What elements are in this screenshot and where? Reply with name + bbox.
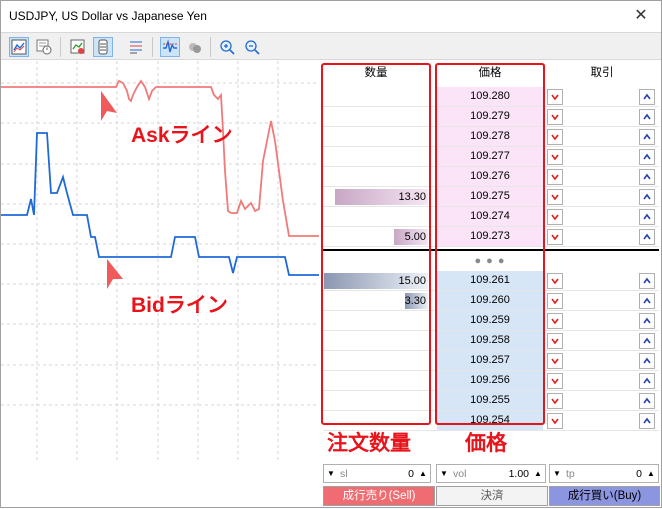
- sl-input[interactable]: 0: [408, 468, 414, 480]
- buy-limit-icon[interactable]: [639, 129, 655, 145]
- sell-limit-icon[interactable]: [547, 333, 563, 349]
- vol-input[interactable]: 1.00: [509, 468, 529, 480]
- sell-limit-icon[interactable]: [547, 109, 563, 125]
- quantity-annotation: 注文数量: [327, 432, 411, 455]
- sell-limit-icon[interactable]: [547, 413, 563, 429]
- sell-limit-icon[interactable]: [547, 129, 563, 145]
- sl-decrease-icon[interactable]: ▼: [324, 469, 338, 478]
- bubble-chart-icon[interactable]: [68, 37, 88, 57]
- order-panel: ▼ sl 0 ▲ ▼ vol 1.00 ▲ ▼ tp 0 ▲ 成行売り(Sell) 決…: [319, 461, 661, 509]
- sell-limit-icon[interactable]: [547, 293, 563, 309]
- sell-limit-icon[interactable]: [547, 373, 563, 389]
- buy-limit-icon[interactable]: [639, 149, 655, 165]
- sell-limit-icon[interactable]: [547, 353, 563, 369]
- buy-limit-icon[interactable]: [639, 209, 655, 225]
- sell-button[interactable]: 成行売り(Sell): [323, 486, 435, 506]
- ask-quantity-value: 13.30: [398, 191, 426, 203]
- tick-chart: Askライン Bidライン: [1, 61, 319, 461]
- buy-limit-icon[interactable]: [639, 353, 655, 369]
- title-bar: USDJPY, US Dollar vs Japanese Yen ✕: [1, 1, 661, 32]
- ask-quantity-value: 5.00: [404, 231, 426, 243]
- buy-limit-icon[interactable]: [639, 313, 655, 329]
- vol-stepper[interactable]: ▼ vol 1.00 ▲: [436, 464, 546, 483]
- ask-line-annotation: Askライン: [131, 124, 233, 147]
- buy-limit-icon[interactable]: [639, 293, 655, 309]
- depth-of-market: 数量 価格 取引 109.280 109.279 109.278 109.277 109…: [319, 61, 661, 461]
- sell-limit-icon[interactable]: [547, 229, 563, 245]
- sell-limit-icon[interactable]: [547, 273, 563, 289]
- tp-input[interactable]: 0: [636, 468, 642, 480]
- buy-limit-icon[interactable]: [639, 373, 655, 389]
- buy-limit-icon[interactable]: [639, 229, 655, 245]
- buy-limit-icon[interactable]: [639, 393, 655, 409]
- buy-limit-icon[interactable]: [639, 273, 655, 289]
- bid-quantity-value: 15.00: [398, 275, 426, 287]
- buy-limit-icon[interactable]: [639, 333, 655, 349]
- close-position-button[interactable]: 決済: [436, 486, 548, 506]
- sell-limit-icon[interactable]: [547, 313, 563, 329]
- ask-bid-icon[interactable]: [185, 37, 205, 57]
- sell-limit-icon[interactable]: [547, 189, 563, 205]
- ask-annotation-arrow: [101, 91, 117, 121]
- buy-limit-icon[interactable]: [639, 169, 655, 185]
- zoom-in-icon[interactable]: [217, 37, 237, 57]
- zoom-out-icon[interactable]: [242, 37, 262, 57]
- tp-decrease-icon[interactable]: ▼: [550, 469, 564, 478]
- tp-increase-icon[interactable]: ▲: [644, 469, 658, 478]
- price-highlight-box: [435, 63, 545, 425]
- vol-increase-icon[interactable]: ▲: [531, 469, 545, 478]
- buy-limit-icon[interactable]: [639, 89, 655, 105]
- line-chart-icon[interactable]: [9, 37, 29, 57]
- vol-decrease-icon[interactable]: ▼: [437, 469, 451, 478]
- toolbar: [1, 32, 661, 60]
- sell-limit-icon[interactable]: [547, 89, 563, 105]
- buy-limit-icon[interactable]: [639, 109, 655, 125]
- buy-limit-icon[interactable]: [639, 189, 655, 205]
- quantity-highlight-box: [321, 63, 431, 425]
- dom-window: USDJPY, US Dollar vs Japanese Yen ✕ Askラ…: [0, 0, 662, 508]
- clock-chart-icon[interactable]: [34, 37, 54, 57]
- price-annotation: 価格: [465, 432, 507, 455]
- volume-icon[interactable]: [93, 37, 113, 57]
- sell-limit-icon[interactable]: [547, 149, 563, 165]
- sl-stepper[interactable]: ▼ sl 0 ▲: [323, 464, 431, 483]
- buy-button[interactable]: 成行買い(Buy): [549, 486, 660, 506]
- close-icon[interactable]: ✕: [631, 6, 651, 26]
- window-title: USDJPY, US Dollar vs Japanese Yen: [9, 9, 207, 23]
- buy-limit-icon[interactable]: [639, 413, 655, 429]
- tp-stepper[interactable]: ▼ tp 0 ▲: [549, 464, 659, 483]
- sl-increase-icon[interactable]: ▲: [416, 469, 430, 478]
- trade-lines-icon[interactable]: [160, 37, 180, 57]
- bid-quantity-value: 3.30: [404, 295, 426, 307]
- sell-limit-icon[interactable]: [547, 169, 563, 185]
- bid-line-annotation: Bidライン: [131, 294, 228, 317]
- trade-header: 取引: [590, 67, 614, 79]
- sell-limit-icon[interactable]: [547, 209, 563, 225]
- depth-icon[interactable]: [126, 37, 146, 57]
- sell-limit-icon[interactable]: [547, 393, 563, 409]
